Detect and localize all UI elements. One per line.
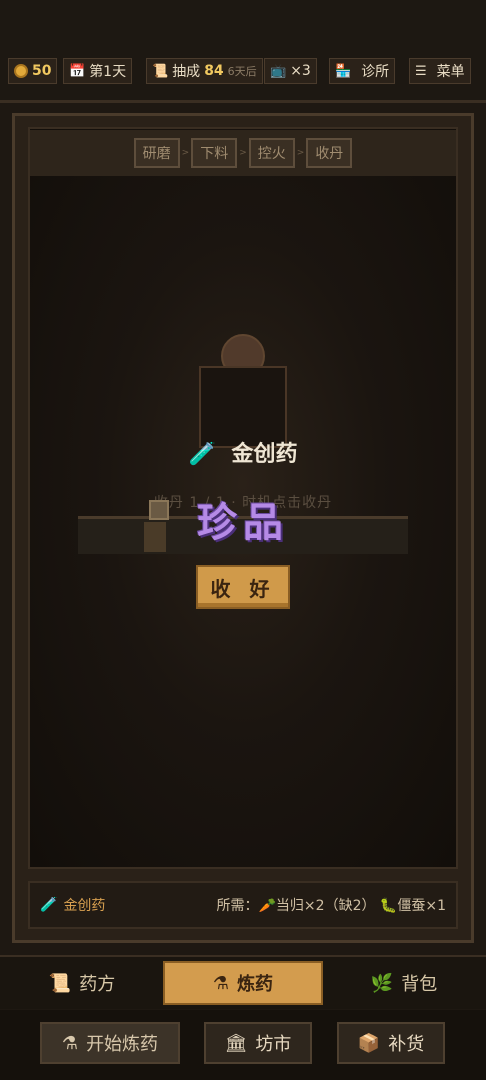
bottom-tabs: 📜 药方 ⚗ 炼药 🌿 背包 (0, 955, 486, 1009)
gold-amount: 50 (32, 63, 52, 79)
commission-value: 84 (204, 63, 224, 79)
menu-button[interactable]: ☰ 菜单 (409, 58, 471, 84)
tab-label: 背包 (401, 974, 438, 995)
box-icon: 📦 (357, 1032, 381, 1054)
day-counter: 📅 第1天 (63, 58, 133, 84)
market-button[interactable]: 🏛 坊市 (204, 1022, 312, 1064)
tab-backpack[interactable]: 🌿 背包 (324, 961, 484, 1005)
restock-button[interactable]: 📦 补货 (337, 1022, 445, 1064)
collect-button[interactable]: 收 好 (196, 565, 290, 609)
tab-label: 炼药 (237, 974, 274, 995)
menu-icon: ☰ (415, 63, 427, 79)
step-grind: 研磨 (133, 138, 180, 168)
chevron-right-icon: > (239, 148, 247, 158)
shop-icon: 🏪 (335, 63, 352, 79)
commission-display: 📜 抽成 84 6天后 (146, 58, 263, 84)
clinic-label: 诊所 (361, 64, 390, 80)
action-bar: ⚗ 开始炼药 🏛 坊市 📦 补货 (0, 1010, 486, 1080)
result-title: 🧪 金创药 (0, 436, 486, 468)
recipe-info-bar: 🧪 金创药 所需：🥕当归×2（缺2） 🐛僵蚕×1 (28, 881, 458, 929)
potion-icon: 🧪 (40, 897, 58, 913)
step-collect-pill: 收丹 (306, 138, 353, 168)
coin-icon (14, 64, 28, 78)
market-icon: 🏛 (224, 1032, 248, 1054)
ad-count: ×3 (290, 63, 311, 79)
gold-counter: 50 (8, 58, 58, 84)
calendar-icon: 📅 (69, 63, 86, 79)
top-bar: 50 📅 第1天 📜 抽成 84 6天后 📺 ×3 🏪 诊所 ☰ 菜单 (0, 0, 486, 103)
chevron-right-icon: > (296, 148, 305, 158)
recipe-name: 金创药 (63, 898, 106, 914)
tab-alchemy[interactable]: ⚗ 炼药 (163, 961, 323, 1005)
potion-icon: 🧪 (188, 442, 216, 467)
commission-label: 抽成 (172, 64, 201, 80)
scroll-icon: 📜 (152, 63, 169, 79)
tv-icon: 📺 (270, 63, 287, 79)
result-name: 金创药 (231, 442, 298, 467)
menu-label: 菜单 (436, 64, 465, 80)
scroll-icon: 📜 (48, 972, 72, 994)
tab-label: 药方 (79, 974, 116, 995)
step-control-fire: 控火 (248, 138, 295, 168)
process-steps: 研磨 > 下料 > 控火 > 收丹 (30, 130, 456, 176)
flask-icon: ⚗ (212, 972, 230, 994)
chevron-right-icon: > (181, 148, 190, 158)
commission-due: 6天后 (227, 65, 257, 78)
button-label: 开始炼药 (86, 1034, 159, 1055)
recipe-requirements: 所需：🥕当归×2（缺2） 🐛僵蚕×1 (216, 898, 447, 914)
button-label: 坊市 (255, 1034, 292, 1055)
flask-icon: ⚗ (61, 1032, 79, 1054)
herb-icon: 🌿 (370, 972, 394, 994)
button-label: 补货 (388, 1034, 425, 1055)
step-add-ingredients: 下料 (191, 138, 238, 168)
quality-label: 珍品 (197, 500, 289, 546)
clinic-button[interactable]: 🏪 诊所 (329, 58, 396, 84)
ad-button[interactable]: 📺 ×3 (264, 58, 317, 84)
tab-recipes[interactable]: 📜 药方 (2, 961, 162, 1005)
start-alchemy-button[interactable]: ⚗ 开始炼药 (40, 1022, 180, 1064)
day-label: 第1天 (89, 64, 127, 80)
